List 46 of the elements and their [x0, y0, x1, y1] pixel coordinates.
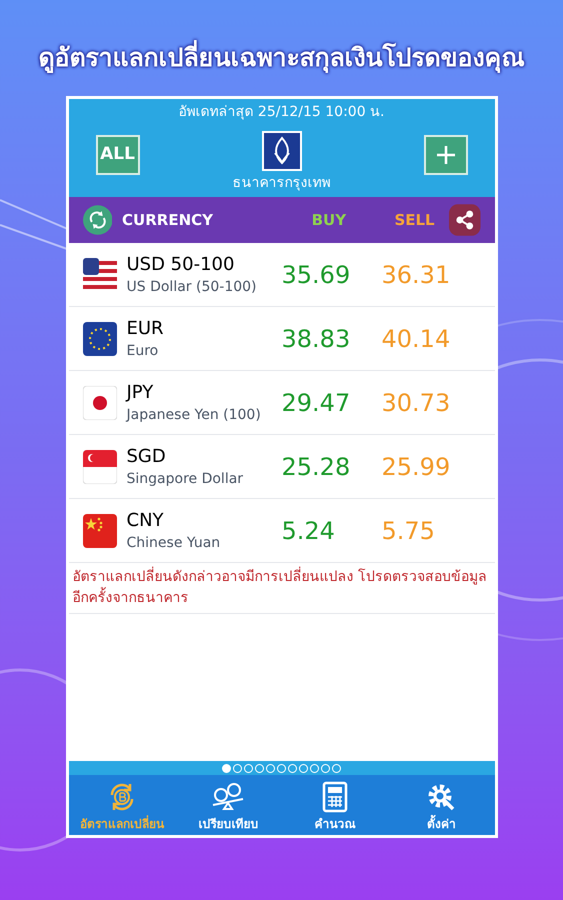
buy-column-header: BUY [310, 210, 348, 231]
nav-tab[interactable]: เปรียบเทียบ [175, 775, 282, 835]
bank-logo-icon [262, 131, 302, 171]
currency-row[interactable]: CNY Chinese Yuan 5.24 5.75 [68, 499, 494, 563]
flag-icon [82, 258, 116, 292]
nav-tab[interactable]: ตั้งค่า [388, 775, 494, 835]
currency-row[interactable]: USD 50-100 US Dollar (50-100) 35.69 36.31 [68, 243, 494, 307]
sell-rate: 25.99 [382, 452, 452, 482]
currency-row[interactable]: EUR Euro 38.83 40.14 [68, 307, 494, 371]
sell-rate: 5.75 [382, 516, 436, 546]
currency-name: US Dollar (50-100) [126, 278, 258, 296]
currency-code: USD 50-100 [126, 252, 236, 276]
buy-rate: 25.28 [282, 452, 352, 482]
bank-name: ธนาคารกรุงเทพ [232, 174, 330, 193]
flag-icon [82, 514, 116, 548]
disclaimer-text: อัตราแลกเปลี่ยนดังกล่าวอาจมีการเปลี่ยนแปลง โปรดตรวจสอบข้อมูลอีกครั้งจากธนาคาร [68, 563, 494, 614]
share-icon[interactable] [448, 204, 480, 236]
buy-rate: 5.24 [282, 516, 336, 546]
currency-code: CNY [126, 508, 165, 532]
buy-rate: 38.83 [282, 324, 352, 354]
sell-rate: 40.14 [382, 324, 452, 354]
buy-rate: 29.47 [282, 388, 352, 418]
currency-code: EUR [126, 316, 165, 340]
calculator-icon [322, 781, 348, 813]
last-updated-text: อัพเดทล่าสุด 25/12/15 10:00 น. [178, 103, 385, 122]
sell-rate: 30.73 [382, 388, 452, 418]
currency-column-header: CURRENCY [122, 210, 214, 231]
currency-name: Singapore Dollar [126, 470, 244, 488]
nav-tab[interactable]: คำนวณ [282, 775, 388, 835]
headline: ดูอัตราแลกเปลี่ยนเฉพาะสกุลเงินโปรดของคุณ [38, 40, 524, 76]
currency-name: Euro [126, 342, 160, 360]
currency-row[interactable]: JPY Japanese Yen (100) 29.47 30.73 [68, 371, 494, 435]
refresh-icon[interactable] [82, 205, 112, 235]
flag-icon [82, 386, 116, 420]
sell-rate: 36.31 [382, 260, 452, 290]
currency-code: SGD [126, 444, 167, 468]
currency-row[interactable]: SGD Singapore Dollar 25.28 25.99 [68, 435, 494, 499]
plus-icon [434, 144, 456, 166]
flag-icon [82, 450, 116, 484]
flag-icon [82, 322, 116, 356]
add-button[interactable] [424, 135, 468, 175]
sell-column-header: SELL [393, 210, 436, 231]
buy-rate: 35.69 [282, 260, 352, 290]
currency-name: Chinese Yuan [126, 534, 222, 552]
currency-code: JPY [126, 380, 154, 404]
currency-name: Japanese Yen (100) [126, 406, 262, 424]
